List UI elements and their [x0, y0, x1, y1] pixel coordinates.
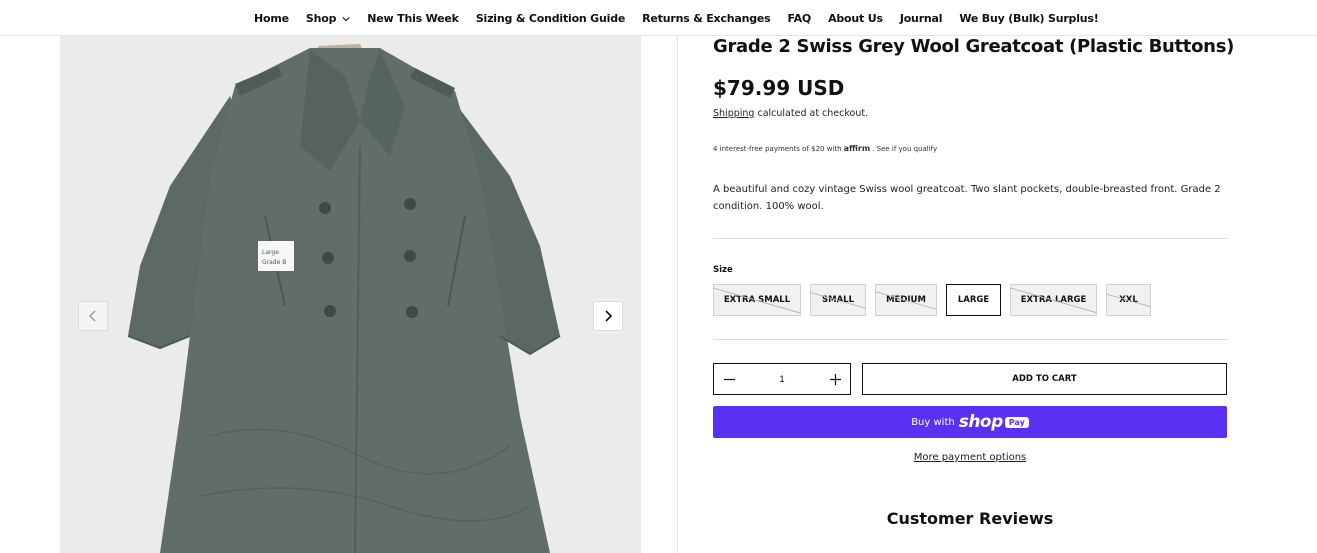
minus-icon: [723, 378, 735, 380]
quantity-input[interactable]: [762, 374, 802, 384]
nav-label: Shop: [305, 12, 337, 25]
size-option-label: LARGE: [957, 295, 990, 305]
nav-item-shop[interactable]: Shop: [306, 12, 350, 25]
chevron-left-icon: [89, 310, 96, 322]
size-option-xxl[interactable]: XXL: [1106, 284, 1151, 316]
product-description: A beautiful and cozy vintage Swiss wool …: [713, 184, 1221, 212]
size-option-label: XXL: [1119, 295, 1138, 305]
product-title: Grade 2 Swiss Grey Wool Greatcoat (Plast…: [713, 36, 1235, 57]
nav-label: Journal: [899, 12, 943, 25]
plus-icon: [829, 373, 841, 385]
nav-label: Returns & Exchanges: [642, 12, 771, 25]
gallery-next-button[interactable]: [593, 301, 623, 331]
size-option-large[interactable]: LARGE: [946, 284, 1001, 316]
nav-label: About Us: [828, 12, 883, 25]
quantity-stepper: [713, 363, 851, 395]
shop-pay-logo: shop: [958, 412, 1004, 432]
size-tag-line1: Large: [262, 249, 279, 256]
size-tag: [258, 241, 294, 271]
size-label: Size: [713, 265, 733, 275]
customer-reviews-heading: Customer Reviews: [886, 509, 1054, 528]
affirm-qualify-link[interactable]: See if you qualify: [877, 145, 938, 153]
size-option-label: EXTRA LARGE: [1020, 295, 1087, 305]
nav-label: Sizing & Condition Guide: [475, 12, 626, 25]
size-option-label: EXTRA SMALL: [723, 295, 791, 305]
divider: [713, 339, 1227, 340]
nav-label: New This Week: [367, 12, 459, 25]
shop-pay-badge: Pay: [1004, 416, 1029, 428]
affirm-promo: 4 interest-free payments of $20 with aff…: [713, 144, 938, 153]
size-option-extra-small[interactable]: EXTRA SMALL: [713, 284, 801, 316]
nav-item-home[interactable]: Home: [254, 12, 289, 25]
nav-list: Home Shop New This Week Sizing & Conditi…: [254, 12, 1116, 25]
gallery-prev-button[interactable]: [78, 301, 108, 331]
quantity-decrease-button[interactable]: [722, 372, 736, 386]
size-option-label: MEDIUM: [886, 295, 926, 305]
product-image-gallery: Large Grade B: [60, 36, 641, 553]
affirm-text: 4 interest-free payments of $20 with: [713, 144, 842, 153]
column-divider: [677, 36, 678, 553]
size-tag-line2: Grade B: [262, 259, 286, 266]
add-to-cart-button[interactable]: ADD TO CART: [862, 363, 1227, 395]
shop-pay-prefix: Buy with: [911, 416, 955, 428]
size-options: EXTRA SMALL SMALL MEDIUM LARGE EXTRA LAR…: [713, 284, 1160, 316]
shipping-text: calculated at checkout.: [757, 108, 869, 119]
size-option-small[interactable]: SMALL: [810, 284, 866, 316]
nav-item-returns[interactable]: Returns & Exchanges: [642, 12, 771, 25]
quantity-increase-button[interactable]: [828, 372, 842, 386]
affirm-logo: affirm: [843, 144, 871, 153]
nav-item-new-this-week[interactable]: New This Week: [367, 12, 459, 25]
top-navigation: Home Shop New This Week Sizing & Conditi…: [0, 0, 1317, 36]
nav-item-we-buy-surplus[interactable]: We Buy (Bulk) Surplus!: [959, 12, 1098, 25]
nav-item-journal[interactable]: Journal: [900, 12, 943, 25]
nav-label: Home: [254, 12, 289, 25]
shipping-link[interactable]: Shipping: [713, 108, 754, 119]
product-image-greatcoat: Large Grade B: [60, 36, 641, 553]
more-payment-options-link[interactable]: More payment options: [713, 452, 1227, 463]
nav-label: We Buy (Bulk) Surplus!: [959, 12, 1099, 25]
nav-item-about-us[interactable]: About Us: [828, 12, 883, 25]
shipping-note: Shipping calculated at checkout.: [713, 108, 868, 119]
size-option-extra-large[interactable]: EXTRA LARGE: [1010, 284, 1097, 316]
size-option-label: SMALL: [822, 295, 854, 305]
chevron-right-icon: [605, 310, 613, 322]
size-option-medium[interactable]: MEDIUM: [875, 284, 937, 316]
shop-pay-button[interactable]: Buy with shop Pay: [713, 406, 1227, 438]
chevron-down-icon: [342, 16, 350, 21]
nav-item-faq[interactable]: FAQ: [788, 12, 812, 25]
divider: [713, 238, 1227, 239]
product-price: $79.99 USD: [713, 76, 845, 100]
nav-label: FAQ: [787, 12, 812, 25]
nav-item-sizing-guide[interactable]: Sizing & Condition Guide: [475, 12, 626, 25]
